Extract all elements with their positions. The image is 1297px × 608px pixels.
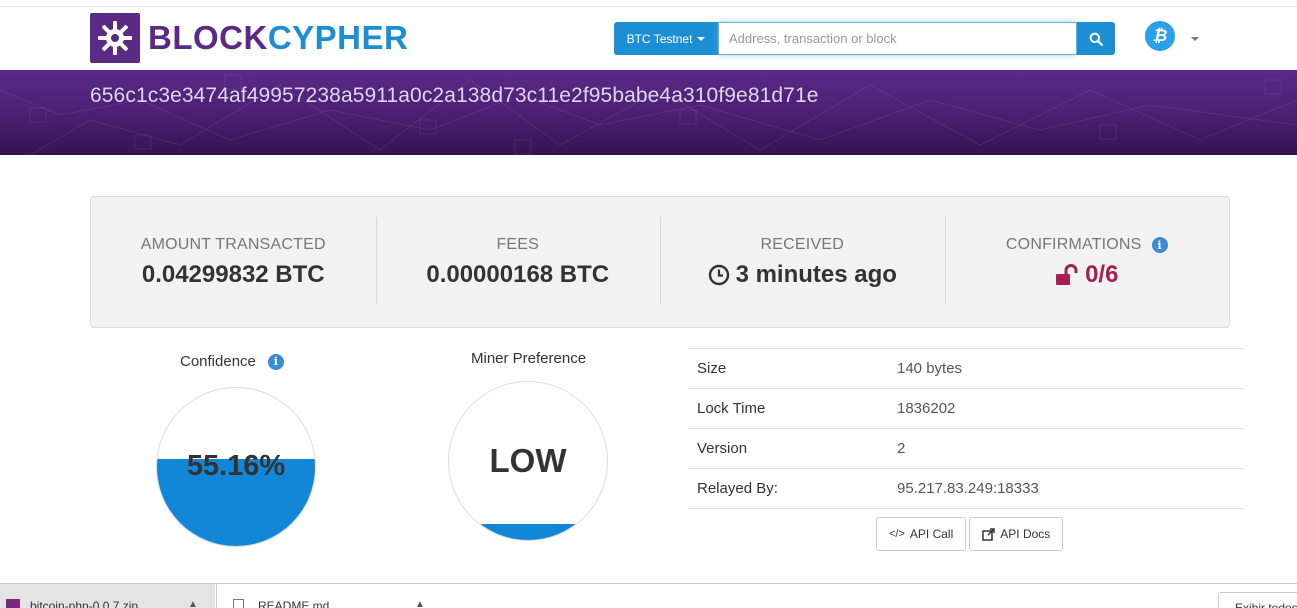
show-all-downloads-button[interactable]: Exibir todos bbox=[1218, 592, 1297, 608]
relayed-by-value: 95.217.83.249:18333 bbox=[897, 480, 1039, 497]
miner-preference-value: LOW bbox=[489, 442, 567, 479]
version-value: 2 bbox=[897, 440, 906, 457]
received-value-row: 3 minutes ago bbox=[660, 261, 945, 289]
transaction-banner: 656c1c3e3474af49957238a5911a0c2a138d73c1… bbox=[0, 70, 1297, 155]
confidence-title: Confidence bbox=[180, 353, 256, 370]
api-call-button[interactable]: </> API Call bbox=[876, 517, 967, 551]
search-input[interactable] bbox=[718, 22, 1077, 55]
document-icon bbox=[233, 599, 244, 608]
download-item[interactable]: README.md bbox=[216, 584, 441, 608]
network-selector-button[interactable]: BTC Testnet bbox=[614, 22, 718, 55]
table-row: Lock Time 1836202 bbox=[689, 389, 1245, 429]
currency-chevron-down-icon[interactable] bbox=[1191, 37, 1199, 41]
banner-network-pattern bbox=[0, 74, 1297, 155]
size-label: Size bbox=[697, 360, 727, 377]
clock-icon bbox=[708, 264, 729, 286]
bitcoin-icon[interactable]: ₿ bbox=[1145, 21, 1175, 51]
relayed-by-label: Relayed By: bbox=[697, 480, 778, 497]
chevron-up-icon[interactable]: ▲ bbox=[188, 599, 198, 608]
search-icon bbox=[1089, 32, 1103, 46]
fees-stat: FEES 0.00000168 BTC bbox=[375, 197, 661, 327]
amount-transacted-stat: AMOUNT TRANSACTED 0.04299832 BTC bbox=[91, 197, 376, 327]
logo-wordmark: BLOCKCYPHER bbox=[148, 13, 408, 63]
blockcypher-logo[interactable]: BLOCKCYPHER bbox=[90, 13, 408, 63]
confirmations-value-row: 0/6 bbox=[945, 261, 1230, 289]
miner-preference-gauge: LOW bbox=[448, 381, 608, 541]
table-row: Version 2 bbox=[689, 429, 1245, 469]
lock-time-value: 1836202 bbox=[897, 400, 956, 417]
network-selector-label: BTC Testnet bbox=[626, 31, 693, 46]
miner-preference-gauge-fill bbox=[449, 524, 607, 540]
fees-value: 0.00000168 BTC bbox=[426, 261, 610, 288]
download-bar: bitcoin-php-0.0.7.zip ▲ README.md ▲ Exib… bbox=[0, 583, 1297, 608]
zip-file-icon bbox=[6, 599, 20, 608]
amount-transacted-label: AMOUNT TRANSACTED bbox=[140, 236, 326, 253]
download-item[interactable]: bitcoin-php-0.0.7.zip bbox=[0, 584, 215, 608]
received-stat: RECEIVED 3 minutes ago bbox=[660, 197, 945, 327]
table-row: Size 140 bytes bbox=[689, 349, 1245, 389]
api-buttons: </> API Call API Docs bbox=[876, 517, 1064, 551]
transaction-summary-panel: AMOUNT TRANSACTED 0.04299832 BTC FEES 0.… bbox=[90, 196, 1230, 328]
search-button[interactable] bbox=[1077, 22, 1115, 55]
confidence-gauge: 55.16% bbox=[156, 387, 316, 547]
download-filename: bitcoin-php-0.0.7.zip bbox=[30, 599, 139, 608]
amount-transacted-value: 0.04299832 BTC bbox=[141, 261, 325, 288]
miner-preference-title: Miner Preference bbox=[471, 350, 587, 367]
transaction-hash: 656c1c3e3474af49957238a5911a0c2a138d73c1… bbox=[90, 84, 819, 107]
size-value: 140 bytes bbox=[897, 360, 963, 377]
confirmations-stat: CONFIRMATIONS i 0/6 bbox=[944, 197, 1230, 327]
confidence-value: 55.16% bbox=[186, 450, 286, 482]
confirmations-label-row: CONFIRMATIONS i bbox=[945, 236, 1230, 254]
unlock-icon bbox=[1056, 264, 1078, 285]
confidence-title-row: Confidence i bbox=[180, 353, 284, 370]
fees-label: FEES bbox=[496, 236, 540, 253]
table-row: Relayed By: 95.217.83.249:18333 bbox=[689, 469, 1245, 509]
received-label: RECEIVED bbox=[760, 236, 844, 253]
version-label: Version bbox=[697, 440, 748, 457]
chevron-down-icon bbox=[697, 36, 706, 41]
lock-time-label: Lock Time bbox=[697, 400, 766, 417]
api-call-label: API Call bbox=[909, 527, 954, 541]
received-value: 3 minutes ago bbox=[735, 261, 897, 288]
chevron-up-icon[interactable]: ▲ bbox=[415, 599, 425, 608]
confirmations-value: 0/6 bbox=[1085, 261, 1119, 288]
download-filename: README.md bbox=[258, 599, 330, 608]
external-link-icon bbox=[982, 527, 996, 541]
confidence-info-icon[interactable]: i bbox=[267, 353, 284, 370]
confirmations-label: CONFIRMATIONS bbox=[1005, 236, 1142, 253]
logo-text-block: BLOCK bbox=[148, 19, 268, 56]
transaction-details-table: Size 140 bytes Lock Time 1836202 Version… bbox=[689, 348, 1245, 509]
api-docs-label: API Docs bbox=[1000, 527, 1051, 541]
api-docs-button[interactable]: API Docs bbox=[969, 517, 1064, 551]
site-header: BLOCKCYPHER BTC Testnet ₿ bbox=[0, 7, 1297, 70]
browser-top-edge bbox=[0, 0, 1297, 7]
info-icon[interactable]: i bbox=[1151, 237, 1168, 253]
logo-text-cypher: CYPHER bbox=[267, 19, 409, 56]
logo-gear-icon bbox=[90, 13, 140, 63]
code-icon: </> bbox=[889, 528, 905, 540]
